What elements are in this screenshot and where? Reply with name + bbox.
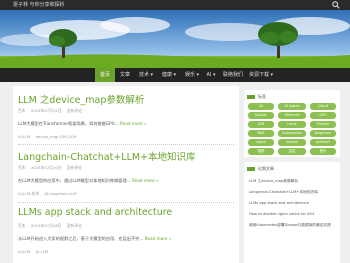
- post-date: 2024年07月08日: [30, 223, 62, 228]
- nav-articles[interactable]: 文章: [117, 68, 133, 82]
- recent-post-link[interactable]: 使用Kubernetes部署Django与数据库的最佳实践: [249, 223, 331, 228]
- tag-pill[interactable]: python3: [310, 139, 336, 146]
- tag-pill[interactable]: AI: [248, 103, 274, 110]
- widget-title-bar: [247, 167, 255, 171]
- recent-posts-widget: 近期文章 LLM 之device_map参数解析 Langchain-Chatc…: [244, 162, 340, 263]
- nav-contact[interactable]: 联络我们: [221, 68, 245, 82]
- main-nav: 首页 文章 技术 ▾ 健康 ▾ 娱乐 ▾ AI ▾ 联络我们 资源下载 ▾: [0, 68, 350, 82]
- post-excerpt-text: LLM大模型在Transformer框架场景，如何根据GPU...: [18, 121, 119, 126]
- nav-entertainment[interactable]: 娱乐 ▾: [182, 68, 202, 82]
- widget-title-text: 近期文章: [258, 166, 274, 171]
- nav-tech[interactable]: 技术 ▾: [136, 68, 156, 82]
- post-author[interactable]: 百木: [18, 223, 26, 228]
- read-more-link[interactable]: Read more »: [145, 236, 172, 241]
- tag-pill[interactable]: openai: [278, 139, 306, 146]
- post-divider: [18, 202, 234, 203]
- tag-pill[interactable]: Docker: [248, 112, 274, 119]
- post-list: LLM 之device_map参数解析 百木 2024年07月12日 没有评论 …: [13, 86, 239, 263]
- post-author[interactable]: 百木: [18, 165, 26, 170]
- post-comments[interactable]: 没有评论: [67, 108, 82, 113]
- nav-home[interactable]: 首页: [95, 68, 115, 82]
- post-meta: 百木 2024年07月08日 没有评论: [18, 223, 82, 229]
- nav-health[interactable]: 健康 ▾: [159, 68, 179, 82]
- widget-title-text: 标签: [258, 94, 266, 99]
- post-meta: 百木 2024年07月12日 没有评论: [18, 108, 82, 114]
- post-date: 2024年07月12日: [30, 108, 62, 113]
- sidebar: 标签 AI AI Agent Cloud Docker Ethernet GPU…: [244, 86, 340, 263]
- read-more-link[interactable]: Read more »: [120, 121, 147, 126]
- post-item: Langchain-Chatchat+LLM+本地知识库 百木 2024年07月…: [13, 149, 239, 199]
- widget-title: 近期文章: [247, 166, 274, 172]
- post-date: 2024年07月10日: [30, 165, 62, 170]
- widget-title-bar: [247, 95, 255, 99]
- search-icon[interactable]: [332, 1, 340, 9]
- tag-pill[interactable]: GPU: [310, 112, 336, 119]
- post-meta: 百木 2024年07月10日 没有评论: [18, 165, 82, 171]
- tag-pill[interactable]: AI Agent: [278, 103, 306, 110]
- post-tags[interactable]: device_map,GPU,LLM: [36, 134, 77, 139]
- tag-pill[interactable]: Python: [310, 121, 336, 128]
- read-more-link[interactable]: Read more »: [132, 178, 159, 183]
- tag-pill[interactable]: 视频: [248, 148, 274, 155]
- post-taxonomy: AI,LLM,技术 AI,langchain,LLM: [18, 191, 77, 197]
- post-taxonomy: AI,LLM AI,LLM: [18, 249, 48, 254]
- recent-post-link[interactable]: How to disable nginx cache for 404: [249, 212, 314, 216]
- post-excerpt: 在LLM大模型的应用中，通过LLM模型对本地知识库做管理... Read mor…: [18, 178, 159, 184]
- post-author[interactable]: 百木: [18, 108, 26, 113]
- post-category[interactable]: AI,LLM: [18, 249, 30, 254]
- post-item: LLM 之device_map参数解析 百木 2024年07月12日 没有评论 …: [13, 92, 239, 142]
- tag-pill[interactable]: 音乐: [310, 148, 336, 155]
- top-bar: 逐子林 与你分享和探析: [0, 0, 350, 10]
- recent-post-link[interactable]: LLM 之device_map参数解析: [249, 179, 298, 184]
- tag-pill[interactable]: langchain: [310, 130, 336, 137]
- tag-pill[interactable]: Ethernet: [278, 112, 306, 119]
- post-category[interactable]: AI,LLM: [18, 134, 30, 139]
- post-tags[interactable]: AI,langchain,LLM: [44, 191, 76, 196]
- post-category[interactable]: AI,LLM,技术: [18, 191, 39, 196]
- widget-title: 标签: [247, 94, 266, 100]
- post-comments[interactable]: 没有评论: [67, 165, 82, 170]
- post-title[interactable]: LLM 之device_map参数解析: [18, 92, 144, 106]
- post-excerpt: LLM大模型在Transformer框架场景，如何根据GPU... Read m…: [18, 121, 147, 127]
- nav-ai[interactable]: AI ▾: [204, 68, 218, 82]
- post-excerpt-text: 从LLM开始进入大家的视野之后，基于大模型的应用、也层出不穷...: [18, 236, 144, 241]
- tag-pill[interactable]: LLM: [248, 121, 274, 128]
- tag-pill[interactable]: Linux: [278, 121, 306, 128]
- post-divider: [18, 144, 234, 145]
- post-excerpt-text: 在LLM大模型的应用中，通过LLM模型对本地知识库做管理...: [18, 178, 131, 183]
- tag-pill[interactable]: Cloud: [310, 103, 336, 110]
- post-taxonomy: AI,LLM device_map,GPU,LLM: [18, 134, 76, 139]
- post-title[interactable]: LLMs app stack and architecture: [18, 207, 172, 218]
- tag-cloud-widget: 标签 AI AI Agent Cloud Docker Ethernet GPU…: [244, 90, 340, 157]
- tag-pill[interactable]: kubernetes: [278, 130, 306, 137]
- post-tags[interactable]: AI,LLM: [36, 249, 48, 254]
- recent-post-link[interactable]: Langchain-Chatchat+LLM+本地知识库: [249, 190, 318, 195]
- tag-pill[interactable]: nginx: [248, 139, 274, 146]
- recent-post-link[interactable]: LLMs app stack and architecture: [249, 201, 309, 205]
- post-comments[interactable]: 没有评论: [67, 223, 82, 228]
- tag-pill[interactable]: RAG: [248, 130, 274, 137]
- banner-image: [0, 10, 350, 68]
- post-excerpt: 从LLM开始进入大家的视野之后，基于大模型的应用、也层出不穷... Read m…: [18, 236, 171, 242]
- tag-pill[interactable]: 监控: [278, 148, 306, 155]
- site-title[interactable]: 逐子林 与你分享和探析: [13, 1, 65, 8]
- post-item: LLMs app stack and architecture 百木 2024年…: [13, 207, 239, 257]
- post-title[interactable]: Langchain-Chatchat+LLM+本地知识库: [18, 149, 196, 163]
- nav-downloads[interactable]: 资源下载 ▾: [248, 68, 274, 82]
